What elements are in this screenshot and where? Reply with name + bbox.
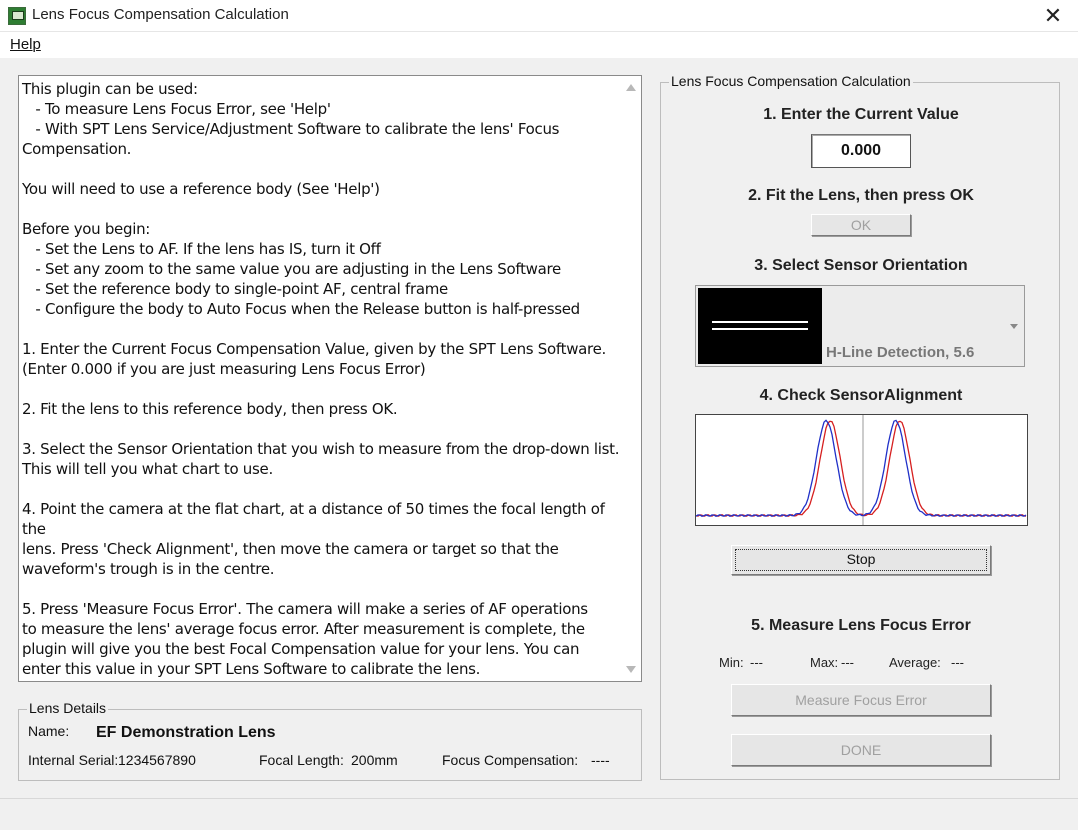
focus-compensation-value: ---- <box>591 752 610 768</box>
chevron-down-icon[interactable] <box>1010 324 1018 329</box>
step3-title: 3. Select Sensor Orientation <box>754 257 968 274</box>
waveform-plot <box>696 415 1027 525</box>
sensor-orientation-value: H-Line Detection, 5.6 <box>826 344 975 361</box>
average-label: Average: <box>889 655 941 670</box>
alignment-waveform <box>695 414 1028 526</box>
calculation-legend: Lens Focus Compensation Calculation <box>669 73 913 89</box>
instructions-textbox[interactable]: This plugin can be used: - To measure Le… <box>18 75 642 682</box>
sensor-orientation-dropdown[interactable]: H-Line Detection, 5.6 <box>695 285 1025 367</box>
step1-title: 1. Enter the Current Value <box>763 106 959 123</box>
menu-help[interactable]: Help <box>10 36 41 53</box>
scroll-up-icon[interactable] <box>626 84 636 91</box>
done-button[interactable]: DONE <box>731 734 991 766</box>
app-icon <box>8 7 26 25</box>
ok-button[interactable]: OK <box>811 214 911 236</box>
series-b-line <box>696 419 1027 518</box>
step5-title: 5. Measure Lens Focus Error <box>751 617 971 634</box>
chart-line-bottom <box>712 328 808 330</box>
min-label: Min: <box>719 655 744 670</box>
series-a-line <box>696 420 1027 518</box>
focus-compensation-label: Focus Compensation: <box>442 752 579 768</box>
focal-length-label: Focal Length: <box>259 752 344 768</box>
title-bar: Lens Focus Compensation Calculation ✕ <box>0 0 1078 32</box>
status-bar <box>0 798 1078 830</box>
focal-length-value: 200mm <box>351 752 398 768</box>
close-button[interactable]: ✕ <box>1038 3 1068 29</box>
instructions-text: This plugin can be used: - To measure Le… <box>22 80 620 678</box>
min-value: --- <box>750 655 763 670</box>
scroll-down-icon[interactable] <box>626 666 636 673</box>
lens-details-group: Lens Details Name: EF Demonstration Lens… <box>18 700 642 781</box>
chart-line-top <box>712 321 808 323</box>
focus-ring <box>735 549 987 571</box>
average-value: --- <box>951 655 964 670</box>
calculation-group: Lens Focus Compensation Calculation 1. E… <box>660 73 1060 780</box>
lens-name-label: Name: <box>28 723 70 739</box>
step4-title: 4. Check SensorAlignment <box>759 387 963 404</box>
internal-serial-value: 1234567890 <box>118 752 196 768</box>
measure-focus-error-button[interactable]: Measure Focus Error <box>731 684 991 716</box>
h-line-chart-icon <box>698 288 822 364</box>
lens-name-value: EF Demonstration Lens <box>96 724 276 741</box>
lens-details-legend: Lens Details <box>27 700 109 716</box>
current-value-input[interactable]: 0.000 <box>811 134 911 168</box>
stop-button[interactable]: Stop <box>731 545 991 575</box>
instructions-scrollbar[interactable] <box>621 76 641 681</box>
max-value: --- <box>841 655 854 670</box>
step2-title: 2. Fit the Lens, then press OK <box>748 187 974 204</box>
internal-serial-label: Internal Serial: <box>28 752 119 768</box>
menu-bar: Help <box>0 32 1078 58</box>
max-label: Max: <box>810 655 839 670</box>
window-title: Lens Focus Compensation Calculation <box>32 6 289 23</box>
